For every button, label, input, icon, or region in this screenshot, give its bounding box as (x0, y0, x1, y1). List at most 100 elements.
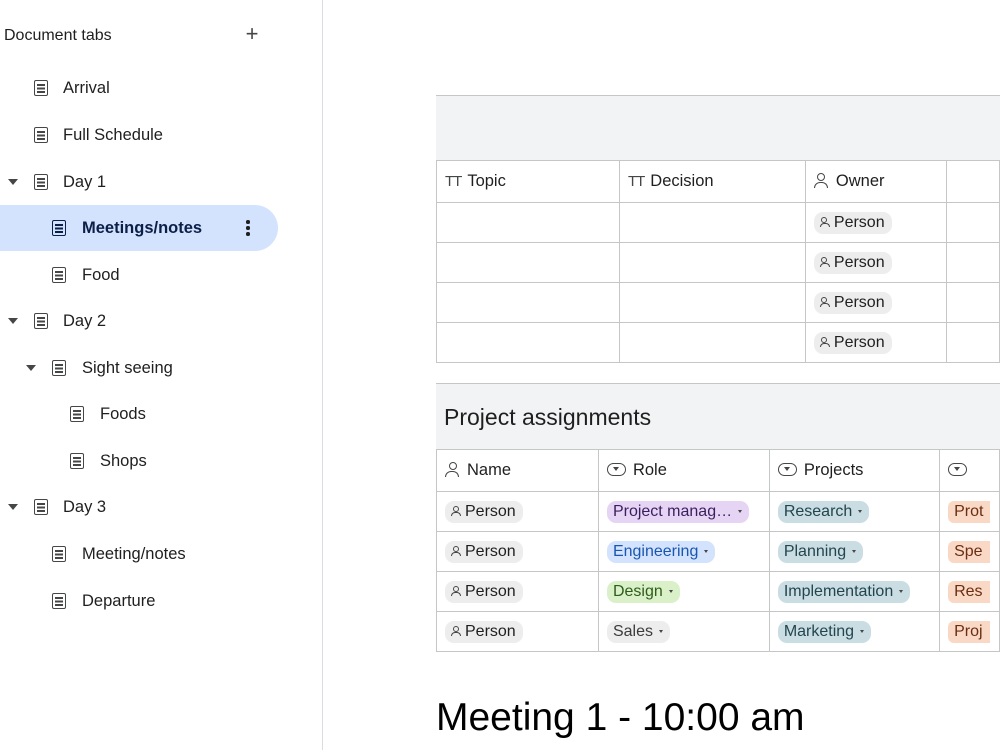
decisions-table: TT Topic TT Decision Owner Person Person P… (436, 160, 1000, 363)
tab-meeting-notes[interactable]: Meeting/notes (0, 531, 278, 577)
tab-shops[interactable]: Shops (0, 438, 278, 484)
cell-name[interactable]: Person (436, 531, 599, 572)
person-icon (451, 505, 461, 516)
person-chip[interactable]: Person (445, 620, 523, 643)
cell-project[interactable]: Planning (768, 531, 941, 572)
cell-next[interactable] (945, 322, 1000, 363)
caret-down-icon[interactable] (8, 502, 18, 512)
cell-extra[interactable]: Spe (939, 531, 1000, 572)
tab-full-schedule[interactable]: Full Schedule (0, 112, 278, 158)
column-header-next[interactable] (945, 160, 1000, 203)
cell-project[interactable]: Marketing (768, 611, 941, 652)
role-chip[interactable]: Engineering (606, 540, 716, 563)
cell-topic[interactable] (436, 282, 620, 323)
tab-sight-seeing[interactable]: Sight seeing (0, 345, 278, 391)
cell-owner[interactable]: Person (804, 322, 947, 363)
chevron-down-icon (668, 589, 673, 593)
plus-icon[interactable]: + (240, 22, 264, 46)
tab-meetings-notes[interactable]: Meetings/notes (0, 205, 278, 251)
document-icon (52, 546, 66, 562)
cell-decision[interactable] (618, 282, 806, 323)
person-chip[interactable]: Person (813, 251, 892, 274)
tab-label: Foods (100, 404, 146, 423)
tab-arrival[interactable]: Arrival (0, 65, 278, 111)
project-chip[interactable]: Planning (777, 540, 864, 563)
sidebar-title: Document tabs (4, 27, 112, 44)
role-chip[interactable]: Project manag… (606, 500, 750, 523)
column-header-owner[interactable]: Owner (804, 160, 947, 203)
tab-day-2[interactable]: Day 2 (0, 298, 278, 344)
cell-next[interactable] (945, 242, 1000, 283)
table-row: Person (436, 282, 1000, 323)
cell-role[interactable]: Project manag… (597, 491, 770, 532)
extra-chip[interactable]: Spe (948, 540, 990, 563)
caret-down-icon[interactable] (26, 363, 36, 373)
cell-topic[interactable] (436, 242, 620, 283)
chip-label: Person (833, 333, 885, 351)
person-chip[interactable]: Person (813, 331, 892, 354)
chevron-down-icon (852, 549, 857, 553)
column-header-projects[interactable]: Projects (768, 449, 941, 492)
project-chip[interactable]: Marketing (777, 620, 872, 643)
cell-topic[interactable] (436, 202, 620, 243)
tab-day-3[interactable]: Day 3 (0, 484, 278, 530)
cell-name[interactable]: Person (436, 611, 599, 652)
tab-label: Arrival (63, 78, 110, 97)
cell-project[interactable]: Research (768, 491, 941, 532)
cell-next[interactable] (945, 282, 1000, 323)
chip-label: Proj (954, 622, 983, 640)
project-chip[interactable]: Implementation (777, 580, 911, 603)
person-chip[interactable]: Person (813, 211, 892, 234)
column-header-decision[interactable]: TT Decision (618, 160, 806, 203)
cell-project[interactable]: Implementation (768, 571, 941, 612)
cell-extra[interactable]: Prot (939, 491, 1000, 532)
person-chip[interactable]: Person (445, 500, 523, 523)
caret-down-icon[interactable] (8, 177, 18, 187)
chip-label: Prot (954, 502, 984, 520)
cell-name[interactable]: Person (436, 571, 599, 612)
cell-decision[interactable] (618, 202, 806, 243)
column-header-topic[interactable]: TT Topic (436, 160, 620, 203)
column-header-next[interactable] (939, 449, 1000, 492)
extra-chip[interactable]: Prot (948, 500, 991, 523)
cell-role[interactable]: Design (597, 571, 770, 612)
cell-name[interactable]: Person (436, 491, 599, 532)
caret-down-icon[interactable] (8, 316, 18, 326)
tab-day-1[interactable]: Day 1 (0, 159, 278, 205)
more-options-icon[interactable] (240, 218, 256, 238)
cell-role[interactable]: Sales (597, 611, 770, 652)
cell-extra[interactable]: Proj (939, 611, 1000, 652)
column-header-role[interactable]: Role (597, 449, 770, 492)
person-chip[interactable]: Person (445, 540, 523, 563)
person-chip[interactable]: Person (813, 291, 892, 314)
table-row: Person (436, 322, 1000, 363)
tab-food[interactable]: Food (0, 252, 278, 298)
chip-label: Person (465, 582, 516, 600)
document-icon (34, 174, 48, 190)
tab-foods[interactable]: Foods (0, 391, 278, 437)
table-row: Person Sales Marketing Proj (436, 611, 1000, 652)
text-type-icon: TT (445, 173, 462, 190)
person-chip[interactable]: Person (445, 580, 523, 603)
cell-role[interactable]: Engineering (597, 531, 770, 572)
role-chip[interactable]: Sales (606, 620, 670, 643)
tab-label: Full Schedule (63, 125, 163, 144)
extra-chip[interactable]: Proj (948, 620, 990, 643)
cell-owner[interactable]: Person (804, 242, 947, 283)
role-chip[interactable]: Design (606, 580, 680, 603)
column-header-name[interactable]: Name (436, 449, 599, 492)
project-chip[interactable]: Research (777, 500, 870, 523)
cell-decision[interactable] (618, 242, 806, 283)
cell-topic[interactable] (436, 322, 620, 363)
cell-next[interactable] (945, 202, 1000, 243)
cell-owner[interactable]: Person (804, 202, 947, 243)
document-icon (70, 453, 84, 469)
cell-owner[interactable]: Person (804, 282, 947, 323)
cell-decision[interactable] (618, 322, 806, 363)
tab-departure[interactable]: Departure (0, 578, 278, 624)
cell-extra[interactable]: Res (939, 571, 1000, 612)
table-row: Person (436, 242, 1000, 283)
table-header-band (436, 95, 1000, 161)
extra-chip[interactable]: Res (948, 580, 990, 603)
table-row: Person Engineering Planning Spe (436, 531, 1000, 572)
